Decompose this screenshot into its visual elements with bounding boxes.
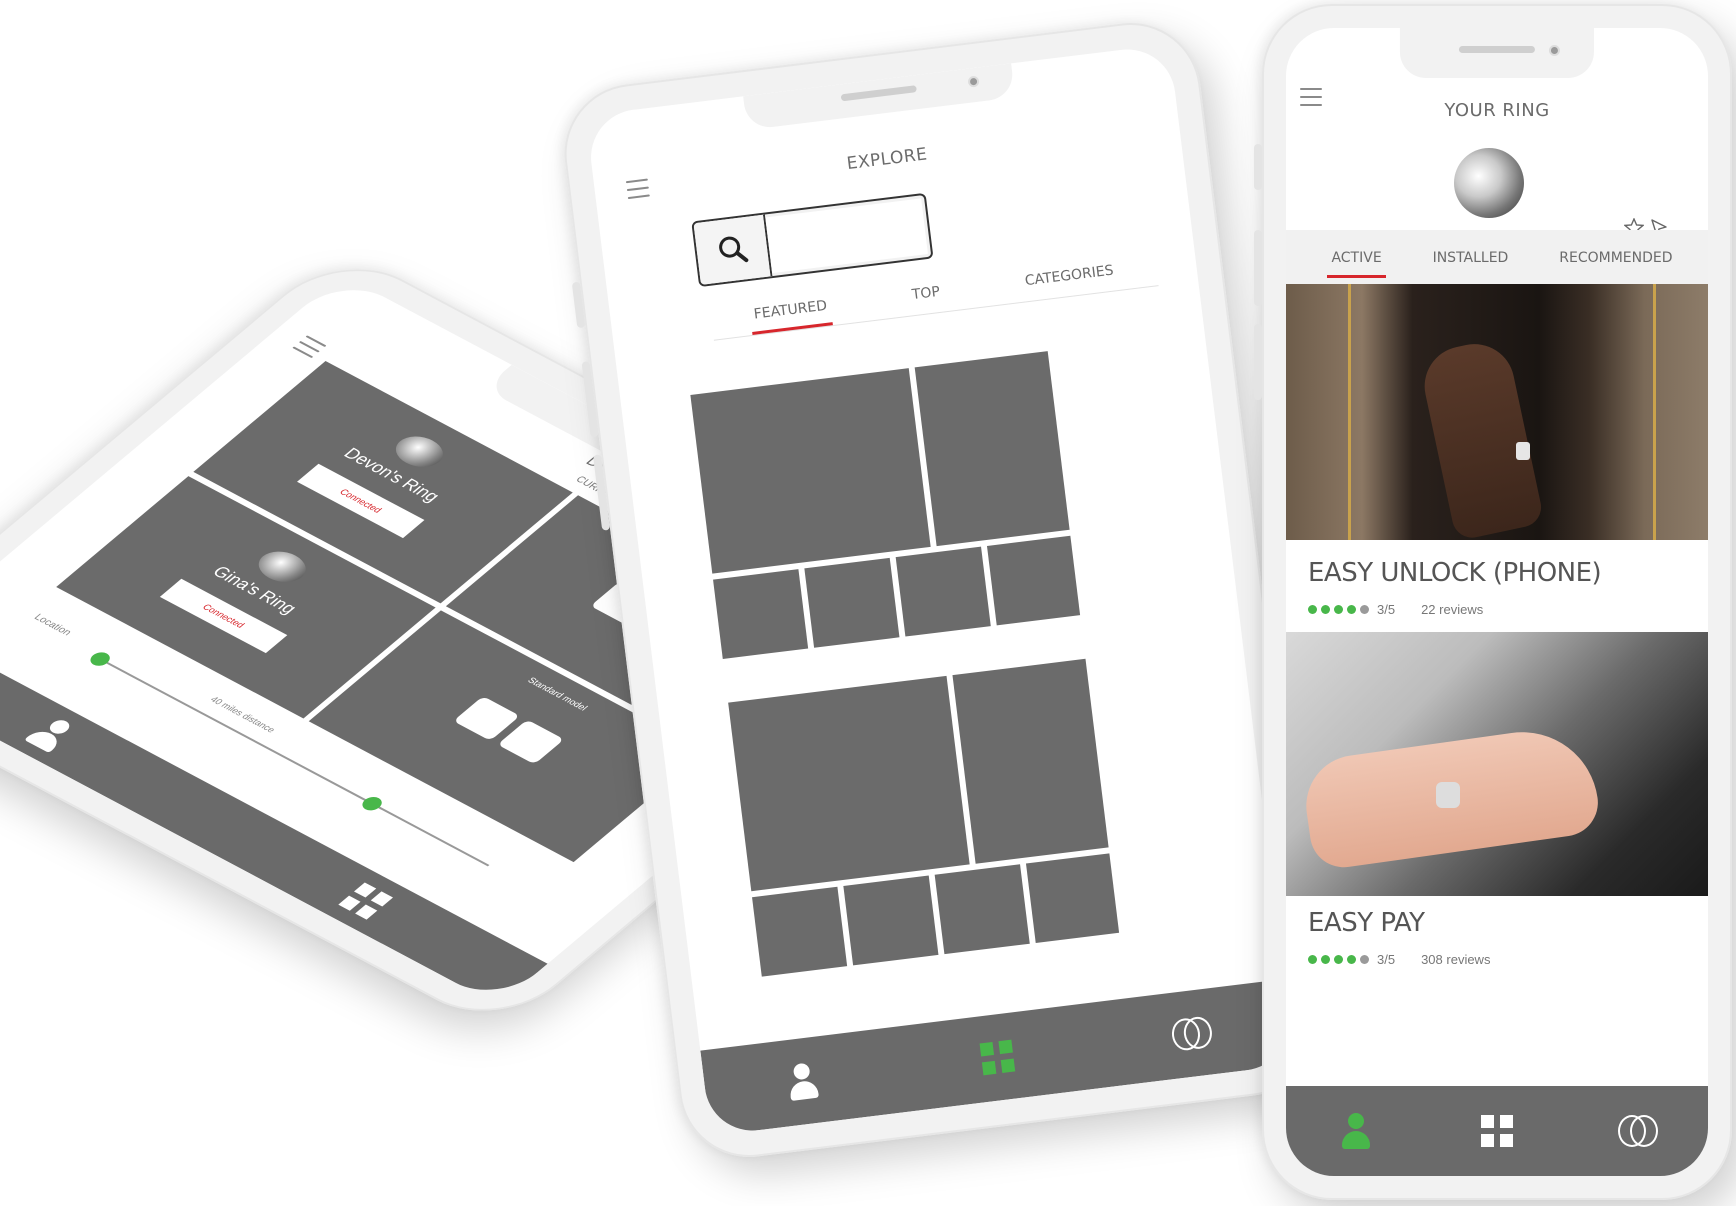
rings-icon[interactable] <box>1617 1111 1658 1151</box>
rings-icon[interactable] <box>1170 1011 1215 1056</box>
tab-recommended[interactable]: RECOMMENDED <box>1559 250 1672 278</box>
person-icon[interactable] <box>1336 1111 1376 1151</box>
app-rating: 3/5 308 reviews <box>1308 952 1490 967</box>
app-title[interactable]: EASY UNLOCK (PHONE) <box>1308 558 1602 588</box>
bottom-nav <box>700 978 1295 1136</box>
grid-icon[interactable] <box>1477 1111 1517 1151</box>
rating-score: 3/5 <box>1377 602 1396 617</box>
featured-grid <box>728 658 1120 977</box>
tab-active[interactable]: ACTIVE <box>1327 250 1386 278</box>
distance-label: 40 miles distance <box>208 694 278 735</box>
placeholder-tile[interactable] <box>952 658 1109 864</box>
rating-score: 3/5 <box>1377 952 1396 967</box>
tab-categories[interactable]: CATEGORIES <box>1024 263 1116 302</box>
ring-on-hand <box>1516 442 1530 460</box>
placeholder-tile[interactable] <box>843 875 939 966</box>
ring-screen: YOUR RING ACTIVE INSTALLED RECOMMENDED E… <box>1286 28 1708 1176</box>
featured-grid <box>690 351 1081 659</box>
search-button[interactable] <box>693 214 773 285</box>
review-count: 22 reviews <box>1421 602 1484 617</box>
app-title[interactable]: EASY PAY <box>1308 908 1425 938</box>
app-rating: 3/5 22 reviews <box>1308 602 1483 617</box>
location-label: Location <box>31 612 74 638</box>
placeholder-tile[interactable] <box>986 535 1081 626</box>
review-count: 308 reviews <box>1421 952 1491 967</box>
explore-screen: EXPLORE FEATURED TOP CATEGORIES <box>585 44 1295 1136</box>
person-icon[interactable] <box>781 1059 826 1104</box>
tab-top[interactable]: TOP <box>911 284 942 315</box>
placeholder-tile[interactable] <box>895 546 991 637</box>
ring-on-hand <box>1436 782 1460 808</box>
notch <box>743 63 1016 131</box>
placeholder-tile[interactable] <box>914 351 1070 547</box>
app-photo-unlock[interactable] <box>1286 284 1708 540</box>
notch <box>1399 28 1595 78</box>
slider-handle[interactable] <box>358 794 386 813</box>
page-title: EXPLORE <box>845 144 929 175</box>
ring-phone: YOUR RING ACTIVE INSTALLED RECOMMENDED E… <box>1254 4 1732 1200</box>
person-icon[interactable] <box>17 711 85 758</box>
placeholder-tile[interactable] <box>934 864 1030 955</box>
placeholder-tile[interactable] <box>752 886 848 977</box>
search-bar[interactable] <box>691 192 934 288</box>
ring-image <box>1454 148 1524 218</box>
bottom-nav <box>1286 1086 1708 1176</box>
hand-image <box>1417 336 1545 540</box>
page-title: YOUR RING <box>1444 100 1550 121</box>
grid-icon[interactable] <box>975 1035 1020 1080</box>
placeholder-tile[interactable] <box>728 675 970 892</box>
placeholder-tile[interactable] <box>690 368 931 574</box>
app-photo-pay[interactable] <box>1286 632 1708 896</box>
placeholder-tile[interactable] <box>1025 853 1120 943</box>
search-icon <box>719 236 749 263</box>
tab-featured[interactable]: FEATURED <box>753 298 829 335</box>
ring-tabs: ACTIVE INSTALLED RECOMMENDED <box>1306 250 1698 278</box>
placeholder-tile[interactable] <box>713 569 809 659</box>
grid-icon[interactable] <box>331 878 399 925</box>
tab-installed[interactable]: INSTALLED <box>1433 250 1509 278</box>
placeholder-tile[interactable] <box>804 557 900 648</box>
explore-phone: EXPLORE FEATURED TOP CATEGORIES <box>556 15 1324 1165</box>
slider-handle[interactable] <box>86 649 114 669</box>
